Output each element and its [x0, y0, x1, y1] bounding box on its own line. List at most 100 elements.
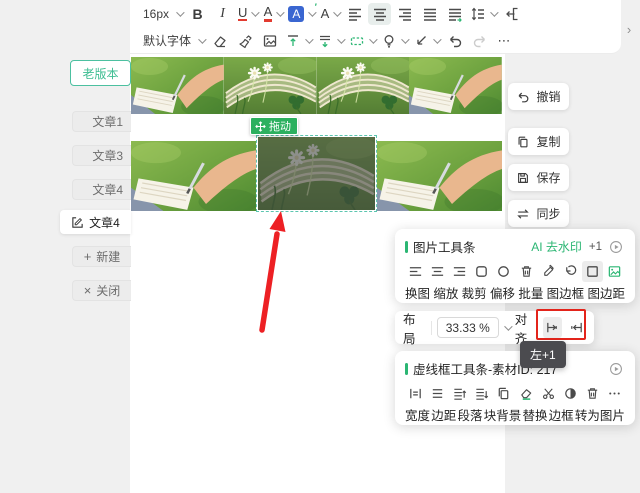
- eraser-teal-icon[interactable]: [516, 383, 537, 404]
- highlight-tool-button[interactable]: [379, 30, 410, 52]
- dashed-box-button[interactable]: [347, 30, 378, 52]
- paragraph-button[interactable]: 段落: [457, 405, 482, 424]
- circle-icon[interactable]: [493, 261, 514, 282]
- width-icon[interactable]: [405, 383, 426, 404]
- photo-writing-4[interactable]: [377, 141, 502, 211]
- sidebar-tab-article4-active[interactable]: 文章4: [60, 210, 131, 234]
- dashed-box-icon: [350, 36, 364, 45]
- align-right-button[interactable]: [393, 3, 416, 25]
- insert-left-button[interactable]: [500, 3, 523, 25]
- letter-spacing-button[interactable]: ′′ A: [315, 2, 342, 25]
- align-right-plus-button[interactable]: [567, 317, 586, 338]
- block-background-button[interactable]: 块背景: [484, 405, 522, 424]
- convert-to-image-button[interactable]: 转为图片: [575, 405, 625, 424]
- format-painter-button[interactable]: [233, 30, 256, 52]
- italic-button[interactable]: I: [211, 3, 234, 25]
- photo-writing-1[interactable]: [131, 57, 224, 114]
- photo-daisy-book-1[interactable]: [223, 57, 317, 114]
- play-circle-icon[interactable]: [609, 240, 623, 254]
- scale-button[interactable]: 缩放: [433, 283, 458, 302]
- image-green-icon[interactable]: [604, 261, 625, 282]
- highlight-color-button[interactable]: A: [286, 3, 318, 25]
- undo-button[interactable]: [443, 30, 466, 52]
- image-row-2: [131, 135, 504, 213]
- align-left-icon: [348, 8, 361, 21]
- sidebar-tab-article4[interactable]: 文章4: [72, 179, 131, 200]
- scissors-icon[interactable]: [538, 383, 559, 404]
- resize-arrow-button[interactable]: [411, 30, 442, 52]
- image-border-button[interactable]: 图边框: [547, 283, 585, 302]
- font-size-select[interactable]: 16px: [138, 3, 185, 25]
- width-percent-input[interactable]: [436, 317, 499, 338]
- photo-writing-2[interactable]: [409, 57, 502, 114]
- change-image-button[interactable]: 换图: [405, 283, 430, 302]
- undo-action-button[interactable]: 撤销: [508, 83, 569, 110]
- width-button[interactable]: 宽度: [405, 405, 430, 424]
- insert-image-button[interactable]: [258, 30, 281, 52]
- sidebar-tab-article3[interactable]: 文章3: [72, 145, 131, 166]
- batch-button[interactable]: 批量: [518, 283, 543, 302]
- new-article-button[interactable]: + 新建: [72, 246, 131, 267]
- photo-daisy-svg: [316, 57, 410, 114]
- save-icon: [518, 172, 529, 183]
- collapse-toolbar-chevron[interactable]: ›: [622, 20, 636, 38]
- trash-icon[interactable]: [582, 383, 603, 404]
- icon-svg: [454, 267, 466, 276]
- valign-top-button[interactable]: [283, 30, 314, 52]
- more-button[interactable]: ⋯: [493, 30, 516, 52]
- border-square-icon[interactable]: [581, 261, 603, 282]
- photo-writing-3[interactable]: [131, 141, 256, 211]
- valign-top-icon: [288, 34, 299, 46]
- photo-daisy-book-2[interactable]: [316, 57, 410, 114]
- crop-button[interactable]: 裁剪: [462, 283, 487, 302]
- border-button[interactable]: 边框: [549, 405, 574, 424]
- align-center-icon: [373, 8, 386, 21]
- font-color-button[interactable]: A: [261, 3, 285, 25]
- drag-handle-badge[interactable]: 拖动: [250, 117, 298, 135]
- indent-up-icon[interactable]: [449, 383, 470, 404]
- selected-image[interactable]: [256, 135, 377, 212]
- chevron-down-icon[interactable]: [503, 321, 513, 331]
- chevron-down-icon: [333, 7, 342, 17]
- contrast-icon[interactable]: [560, 383, 581, 404]
- align-left-button[interactable]: [343, 3, 366, 25]
- align-lines-right-icon[interactable]: [449, 261, 470, 282]
- format-clear-button[interactable]: [208, 30, 231, 52]
- sidebar-tab-article1[interactable]: 文章1: [72, 111, 131, 132]
- more-icon[interactable]: [604, 383, 625, 404]
- align-lines-center-icon[interactable]: [427, 261, 448, 282]
- align-lines-left-icon[interactable]: [405, 261, 426, 282]
- eyedropper-icon[interactable]: [538, 261, 559, 282]
- margin-icon[interactable]: [427, 383, 448, 404]
- indent-down-icon[interactable]: [471, 383, 492, 404]
- bulb-icon: [384, 34, 394, 47]
- copy-action-button[interactable]: 复制: [508, 128, 569, 155]
- align-center-button[interactable]: [368, 2, 392, 25]
- ai-watermark-remove-link[interactable]: AI 去水印: [531, 238, 582, 255]
- rounded-rect-icon[interactable]: [471, 261, 492, 282]
- font-family-select[interactable]: 默认字体: [138, 30, 207, 52]
- close-button[interactable]: × 关闭: [72, 280, 131, 301]
- sync-action-button[interactable]: 同步: [508, 200, 569, 227]
- align-left-plus-button[interactable]: [542, 317, 562, 338]
- green-accent-bar: [405, 240, 408, 253]
- align-justify-button[interactable]: [418, 3, 441, 25]
- bold-button[interactable]: B: [186, 3, 209, 25]
- margin-button[interactable]: 边距: [431, 405, 456, 424]
- trash-icon[interactable]: [516, 261, 537, 282]
- old-version-button[interactable]: 老版本: [70, 60, 131, 86]
- align-right-icon: [398, 8, 411, 21]
- rotate-left-icon[interactable]: [560, 261, 581, 282]
- play-circle-icon[interactable]: [609, 362, 623, 376]
- offset-button[interactable]: 偏移: [490, 283, 515, 302]
- line-height-button[interactable]: [468, 3, 500, 25]
- paragraph-spacing-button[interactable]: [315, 30, 346, 52]
- image-margin-button[interactable]: 图边距: [587, 283, 625, 302]
- save-action-button[interactable]: 保存: [508, 164, 569, 191]
- sync-label: 同步: [536, 207, 561, 221]
- replace-button[interactable]: 替换: [522, 405, 547, 424]
- underline-button[interactable]: U: [236, 3, 261, 25]
- indent-button[interactable]: [443, 3, 466, 25]
- redo-button[interactable]: [468, 30, 491, 52]
- copy-icon[interactable]: [493, 383, 514, 404]
